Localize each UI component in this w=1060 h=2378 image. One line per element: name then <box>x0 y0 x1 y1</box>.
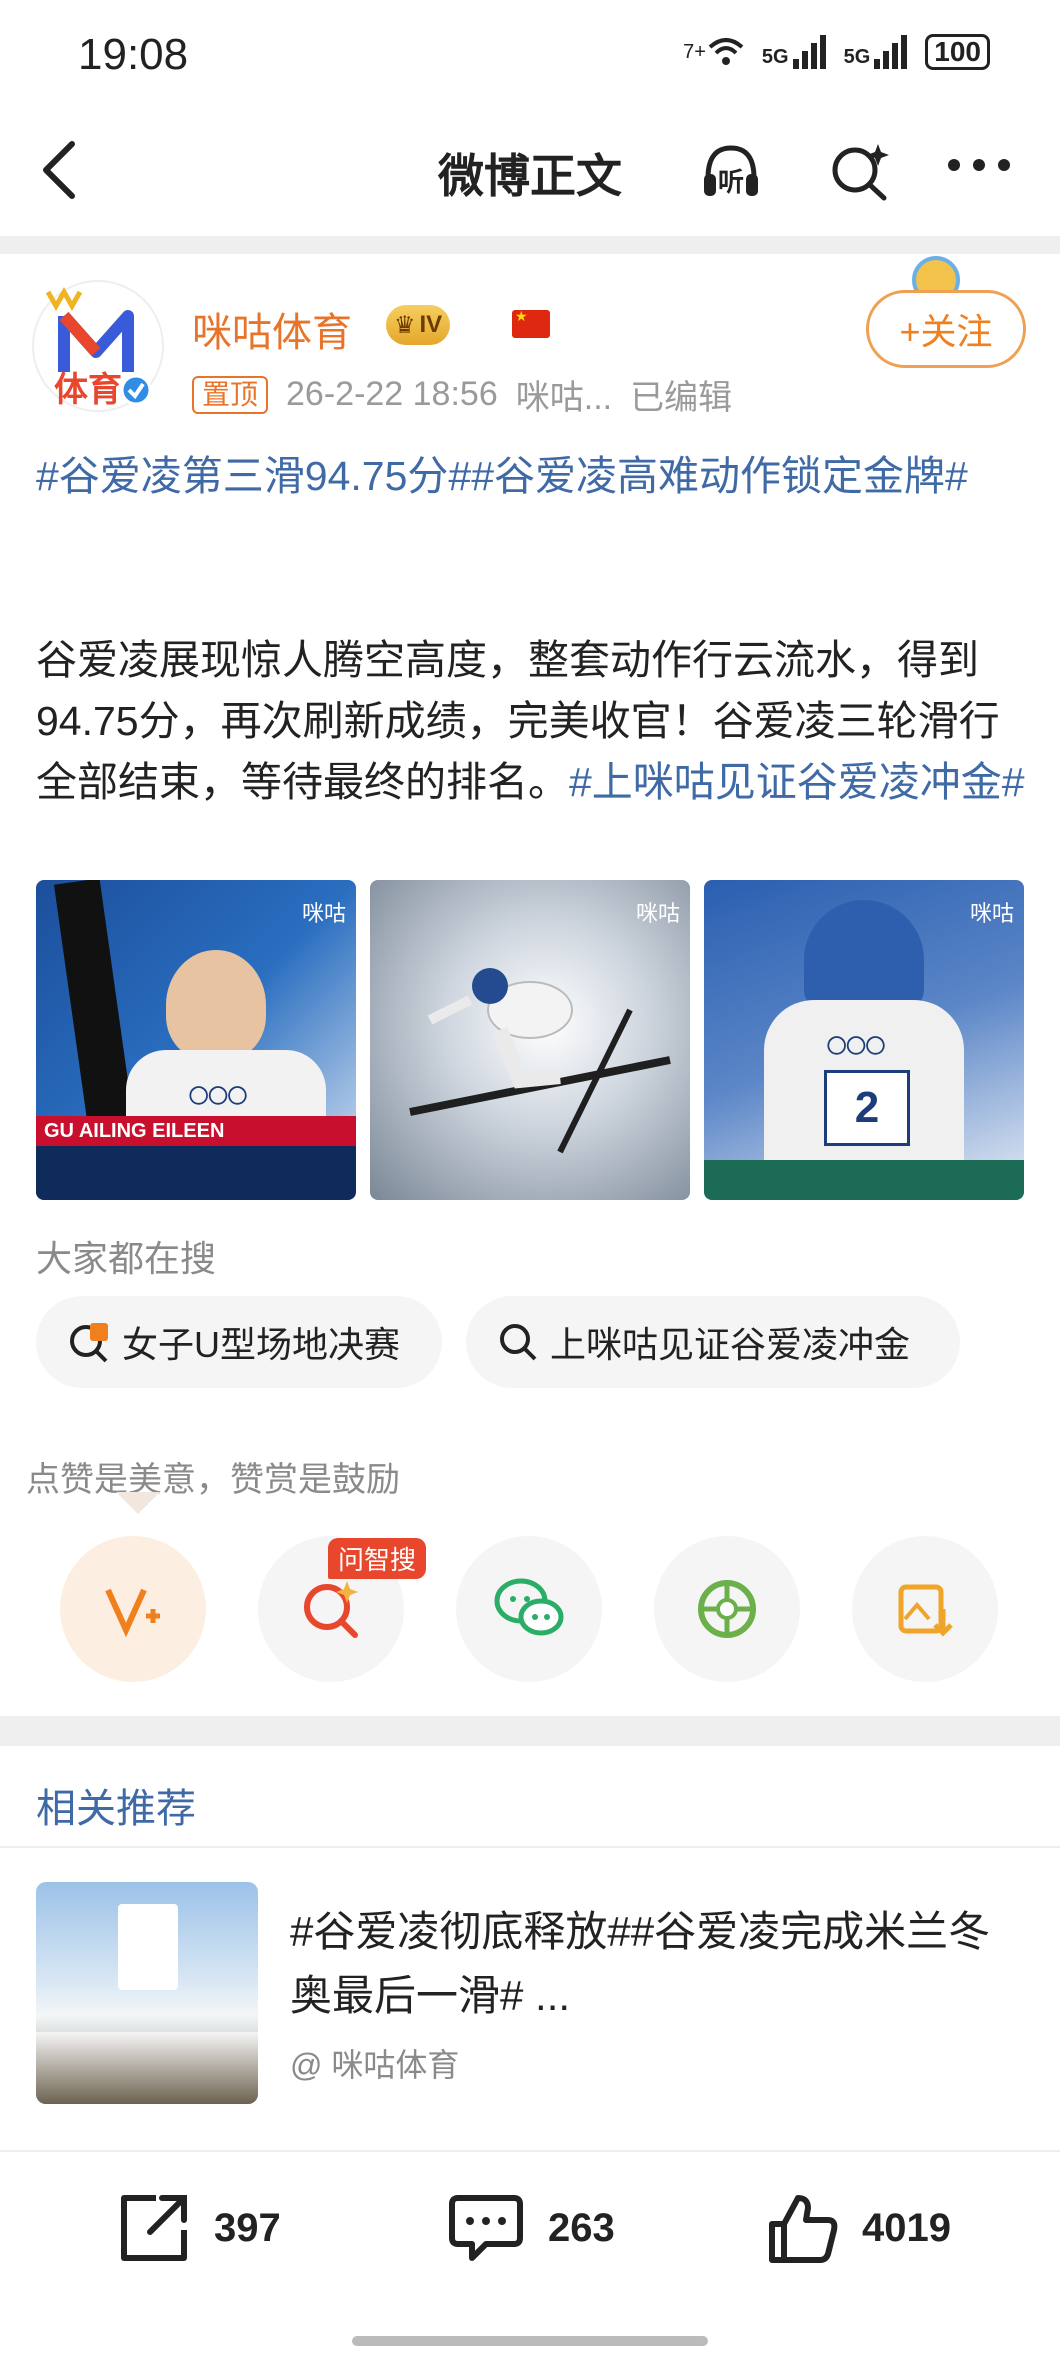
search-icon <box>500 1324 537 1361</box>
status-time: 19:08 <box>78 30 189 79</box>
wechat-share-button[interactable] <box>456 1536 602 1682</box>
save-image-button[interactable] <box>852 1536 998 1682</box>
more-dots-icon <box>948 159 1010 171</box>
hot-search-icon <box>70 1323 108 1363</box>
olympic-rings-icon: ○○○ <box>186 1070 250 1117</box>
post-image-2[interactable]: 咪咕 <box>370 880 690 1200</box>
tip-arrow <box>116 1492 160 1514</box>
search-chip-1[interactable]: 女子U型场地决赛 <box>36 1296 442 1388</box>
signal-icon: 5G <box>762 35 826 69</box>
ai-search-icon <box>304 1581 358 1638</box>
recommend-item-title[interactable]: #谷爱凌彻底释放##谷爱凌完成米兰冬奥最后一滑# ... <box>290 1900 1030 2028</box>
repost-button[interactable]: 397 <box>116 2190 281 2266</box>
wifi-icon: 7+ <box>683 37 744 67</box>
recommend-title: 相关推荐 <box>36 1787 196 1831</box>
page-title: 微博正文 <box>438 150 622 202</box>
china-flag-icon: ★ <box>512 309 550 338</box>
skier-jump-graphic <box>409 968 671 1154</box>
comment-button[interactable]: 263 <box>446 2190 615 2266</box>
edited-label: 已编辑 <box>630 379 733 417</box>
listen-button[interactable]: 听 <box>700 140 762 202</box>
search-spark-icon <box>832 144 889 201</box>
trending-label: 大家都在搜 <box>36 1238 217 1279</box>
post-body: 谷爱凌展现惊人腾空高度，整套动作行云流水，得到94.75分，再次刷新成绩，完美收… <box>36 630 1026 813</box>
status-icons: 7+ 5G 5G 100 <box>683 34 990 70</box>
ai-search-button[interactable] <box>828 140 890 202</box>
recommend-source[interactable]: @ 咪咕体育 <box>290 2040 459 2086</box>
post-image-3[interactable]: 咪咕 ○○○ 2 <box>704 880 1024 1200</box>
thumbs-up-icon <box>769 2195 838 2263</box>
divider <box>0 1716 1060 1746</box>
author-name[interactable]: 咪咕体育 <box>192 300 352 358</box>
score-banner: GU AILING EILEEN <box>36 1116 356 1146</box>
watermark: 咪咕 <box>969 901 1014 926</box>
olympic-rings-icon: ○○○ <box>824 1020 888 1067</box>
crown-icon: ♛ <box>394 311 416 339</box>
post-source: 咪咕... <box>515 379 613 417</box>
recommend-thumbnail[interactable] <box>36 1882 258 2104</box>
share-icon <box>121 2195 187 2261</box>
bib-number: 2 <box>824 1070 910 1146</box>
village-graphic <box>36 2032 258 2104</box>
divider <box>0 236 1060 254</box>
reward-button[interactable] <box>60 1536 206 1682</box>
comment-icon <box>449 2195 523 2261</box>
search-chip-2[interactable]: 上咪咕见证谷爱凌冲金 <box>466 1296 960 1388</box>
watermark: 咪咕 <box>301 901 346 926</box>
post-topics[interactable]: #谷爱凌第三滑94.75分##谷爱凌高难动作锁定金牌# <box>36 446 1026 507</box>
moments-icon <box>698 1580 756 1638</box>
image-download-icon <box>898 1584 953 1637</box>
level-badge: ♛ IV <box>386 305 451 345</box>
home-indicator[interactable] <box>352 2336 708 2346</box>
ai-tag: 问智搜 <box>328 1538 427 1579</box>
moments-share-button[interactable] <box>654 1536 800 1682</box>
athlete-face <box>166 950 266 1060</box>
avatar[interactable]: 体育 <box>32 280 164 412</box>
battery-icon: 100 <box>925 34 990 70</box>
watermark: 咪咕 <box>635 901 680 926</box>
post-body-topic[interactable]: #上咪咕见证谷爱凌冲金# <box>569 759 1025 805</box>
wechat-icon <box>494 1578 564 1636</box>
milano-logo <box>118 1904 178 1990</box>
v-plus-icon <box>105 1588 160 1638</box>
score-bar <box>704 1160 1024 1200</box>
post-image-1[interactable]: ○○○ 咪咕 GU AILING EILEEN <box>36 880 356 1200</box>
post-time: 26-2-22 18:56 <box>286 375 498 413</box>
divider <box>0 1846 1060 1848</box>
score-bar <box>36 1146 356 1200</box>
pin-badge: 置顶 <box>192 375 269 414</box>
helmet <box>804 900 924 1010</box>
like-button[interactable]: 4019 <box>764 2190 951 2266</box>
reward-tip: 点赞是美意，赞赏是鼓励 <box>26 1461 400 1499</box>
more-button[interactable] <box>944 150 1010 212</box>
follow-button[interactable]: +关注 <box>866 290 1026 368</box>
post-meta: 置顶 26-2-22 18:56 咪咕... 已编辑 <box>192 370 732 419</box>
signal-icon-2: 5G <box>844 35 908 69</box>
